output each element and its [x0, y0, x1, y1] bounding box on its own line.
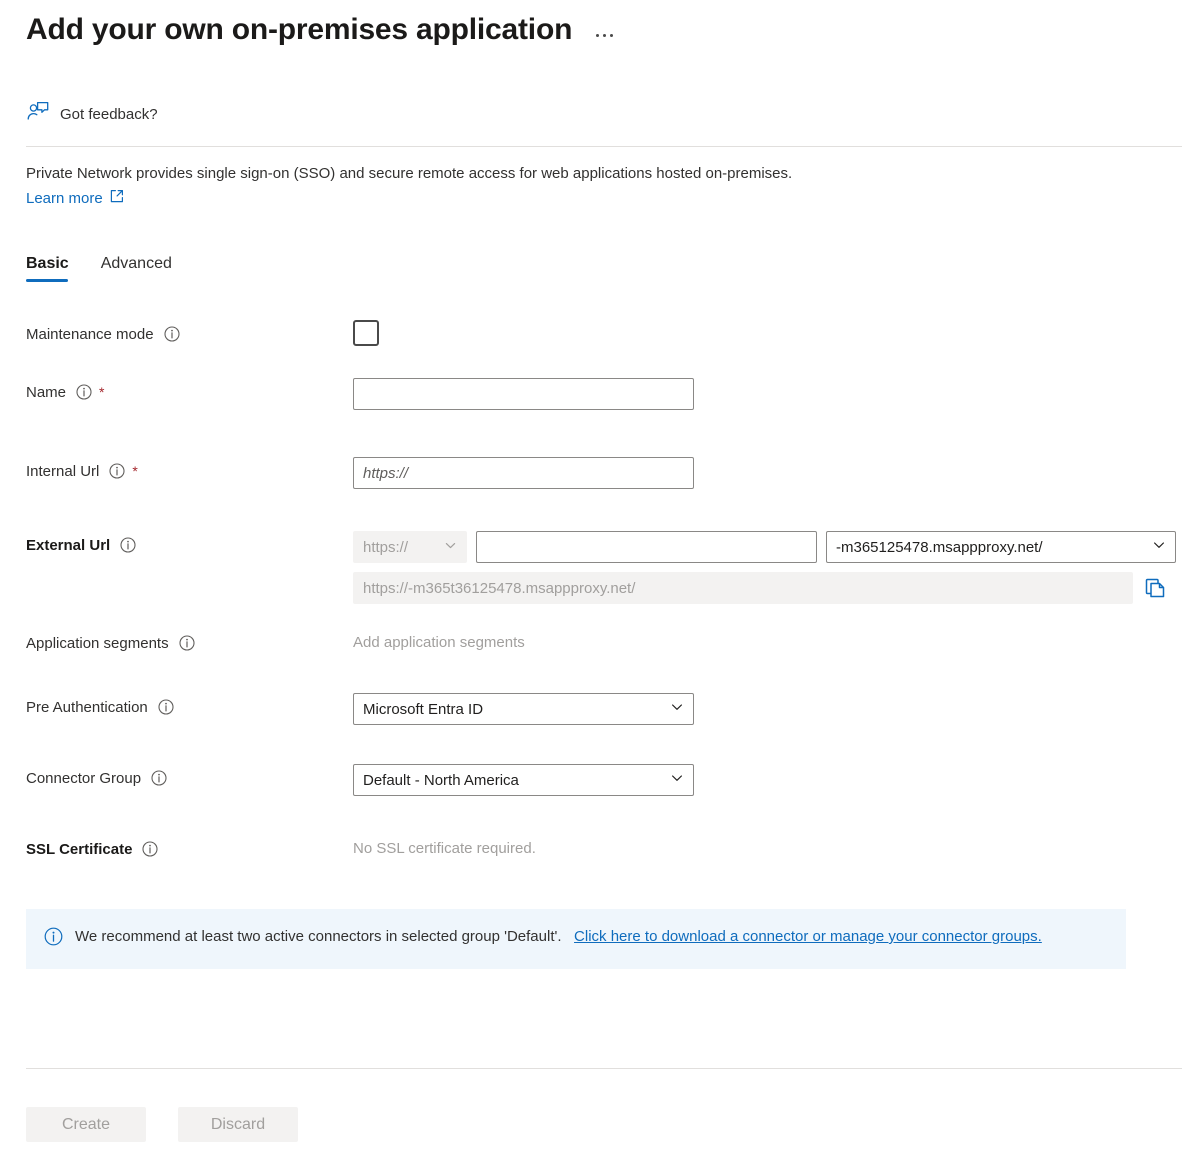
- application-segments-label: Application segments: [26, 635, 169, 652]
- footer-actions: Create Discard: [26, 1107, 298, 1142]
- external-url-inputs: https:// -m365125478.msappproxy.net/: [353, 531, 1200, 563]
- pre-authentication-select[interactable]: Microsoft Entra ID: [353, 693, 694, 725]
- footer-divider: [26, 1068, 1182, 1069]
- tab-basic[interactable]: Basic: [26, 255, 69, 282]
- ellipsis-dot-icon: [610, 34, 613, 37]
- connector-info-text: We recommend at least two active connect…: [75, 925, 1042, 949]
- pre-authentication-field: Microsoft Entra ID: [353, 693, 1200, 725]
- connector-group-select[interactable]: Default - North America: [353, 764, 694, 796]
- external-url-preview-value: https://-m365t36125478.msappproxy.net/: [363, 580, 635, 597]
- ellipsis-dot-icon: [596, 34, 599, 37]
- chevron-down-icon: [670, 771, 684, 789]
- create-button[interactable]: Create: [26, 1107, 146, 1142]
- info-icon[interactable]: [158, 699, 174, 715]
- person-feedback-icon: [26, 100, 50, 129]
- ellipsis-dot-icon: [603, 34, 606, 37]
- form-row-ssl-certificate: SSL Certificate No SSL certificate requi…: [0, 835, 1200, 890]
- copy-icon[interactable]: [1143, 576, 1167, 600]
- name-field: [353, 378, 1200, 410]
- maintenance-mode-field: [353, 320, 1200, 346]
- connector-group-label: Connector Group: [26, 770, 141, 787]
- application-form: Maintenance mode Name: [0, 320, 1200, 890]
- application-segments-label-cell: Application segments: [0, 629, 353, 657]
- pre-authentication-label-cell: Pre Authentication: [0, 693, 353, 721]
- more-options-button[interactable]: [592, 30, 617, 41]
- pre-authentication-value: Microsoft Entra ID: [363, 701, 660, 718]
- description-text: Private Network provides single sign-on …: [26, 162, 1086, 185]
- discard-button[interactable]: Discard: [178, 1107, 298, 1142]
- header-divider: [26, 146, 1182, 147]
- page-header: Add your own on-premises application: [26, 8, 617, 52]
- connector-group-value: Default - North America: [363, 772, 660, 789]
- connector-group-field: Default - North America: [353, 764, 1200, 796]
- ssl-certificate-value: No SSL certificate required.: [353, 835, 1200, 863]
- info-icon[interactable]: [76, 384, 92, 400]
- form-row-external-url: External Url https://: [0, 531, 1200, 629]
- info-icon[interactable]: [164, 326, 180, 342]
- page-title: Add your own on-premises application: [26, 8, 572, 52]
- required-indicator: *: [99, 385, 104, 399]
- external-url-domain-value: -m365125478.msappproxy.net/: [836, 539, 1142, 556]
- external-url-scheme-select[interactable]: https://: [353, 531, 467, 563]
- connector-download-link[interactable]: Click here to download a connector or ma…: [574, 928, 1042, 945]
- chevron-down-icon: [444, 539, 457, 556]
- pre-authentication-label: Pre Authentication: [26, 699, 148, 716]
- form-row-application-segments: Application segments Add application seg…: [0, 629, 1200, 693]
- info-icon[interactable]: [142, 841, 158, 857]
- external-url-scheme-value: https://: [363, 539, 434, 556]
- ssl-certificate-label-cell: SSL Certificate: [0, 835, 353, 863]
- form-row-name: Name *: [0, 378, 1200, 457]
- info-icon[interactable]: [120, 537, 136, 553]
- form-row-pre-authentication: Pre Authentication Microsoft Entra ID: [0, 693, 1200, 764]
- tab-list: Basic Advanced: [26, 255, 172, 282]
- internal-url-label: Internal Url: [26, 463, 99, 480]
- info-icon[interactable]: [151, 770, 167, 786]
- name-label: Name: [26, 384, 66, 401]
- external-url-host-input[interactable]: [476, 531, 817, 563]
- form-row-internal-url: Internal Url *: [0, 457, 1200, 531]
- maintenance-mode-label: Maintenance mode: [26, 326, 154, 343]
- learn-more-label: Learn more: [26, 190, 103, 207]
- maintenance-mode-checkbox[interactable]: [353, 320, 379, 346]
- info-icon[interactable]: [109, 463, 125, 479]
- external-url-label-cell: External Url: [0, 531, 353, 559]
- form-row-connector-group: Connector Group Default - North America: [0, 764, 1200, 835]
- info-icon[interactable]: [179, 635, 195, 651]
- external-url-preview-bar: https://-m365t36125478.msappproxy.net/: [353, 572, 1200, 604]
- chevron-down-icon: [1152, 538, 1166, 556]
- internal-url-field: [353, 457, 1200, 489]
- learn-more-link[interactable]: Learn more: [26, 189, 124, 207]
- form-row-maintenance-mode: Maintenance mode: [0, 320, 1200, 378]
- external-url-domain-select[interactable]: -m365125478.msappproxy.net/: [826, 531, 1176, 563]
- info-circle-icon: [44, 927, 63, 951]
- ssl-certificate-label: SSL Certificate: [26, 841, 132, 858]
- tab-advanced[interactable]: Advanced: [101, 255, 172, 282]
- external-url-label: External Url: [26, 537, 110, 554]
- ssl-certificate-field: No SSL certificate required.: [353, 835, 1200, 863]
- internal-url-label-cell: Internal Url *: [0, 457, 353, 485]
- connector-group-label-cell: Connector Group: [0, 764, 353, 792]
- required-indicator: *: [132, 464, 137, 478]
- external-url-preview: https://-m365t36125478.msappproxy.net/: [353, 572, 1133, 604]
- got-feedback-label: Got feedback?: [60, 106, 158, 123]
- internal-url-input[interactable]: [353, 457, 694, 489]
- maintenance-mode-label-cell: Maintenance mode: [0, 320, 353, 348]
- external-link-icon: [110, 189, 124, 207]
- connector-info-message: We recommend at least two active connect…: [75, 928, 562, 945]
- name-input[interactable]: [353, 378, 694, 410]
- application-segments-value[interactable]: Add application segments: [353, 629, 1200, 657]
- got-feedback-button[interactable]: Got feedback?: [26, 100, 158, 129]
- connector-info-banner: We recommend at least two active connect…: [26, 909, 1126, 969]
- chevron-down-icon: [670, 700, 684, 718]
- name-label-cell: Name *: [0, 378, 353, 406]
- external-url-field: https:// -m365125478.msappproxy.net/: [353, 531, 1200, 604]
- application-segments-field: Add application segments: [353, 629, 1200, 657]
